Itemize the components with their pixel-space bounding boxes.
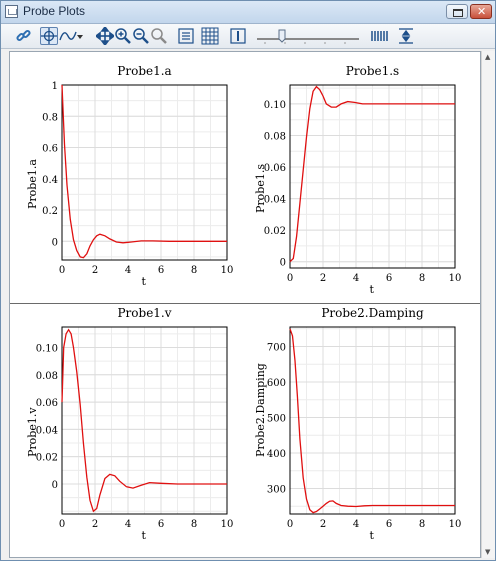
x-tick-label: 0 [287, 519, 293, 530]
plot-divider[interactable] [10, 303, 480, 304]
scroll-up-icon[interactable]: ▲ [485, 53, 490, 61]
x-axis-label: t [141, 529, 146, 542]
x-axis-label: t [369, 529, 374, 542]
dropdown-arrow-icon[interactable] [76, 27, 84, 45]
restore-icon [453, 9, 463, 17]
pan-icon[interactable] [96, 27, 114, 45]
y-tick-label: 0.04 [36, 425, 58, 436]
x-tick-label: 10 [449, 273, 462, 284]
y-tick-label: 600 [267, 378, 286, 389]
title-bar[interactable]: Probe Plots ✕ [1, 1, 495, 24]
probe-plots-window: Probe Plots ✕ Probe1.a 0 2 4 6 8 10 0 0.… [0, 0, 496, 561]
x-tick-label: 2 [320, 273, 326, 284]
x-tick-label: 2 [92, 265, 98, 276]
y-tick-label: 0.08 [36, 371, 58, 382]
y-tick-label: 0.06 [36, 398, 58, 409]
y-tick-label: 0.08 [264, 131, 286, 142]
y-tick-label: 0.10 [36, 343, 58, 354]
chart-svg: 0 2 4 6 8 10 300 400 500 600 700 [267, 326, 462, 530]
vertical-scrollbar[interactable]: ▲ ▼ [481, 51, 495, 558]
x-tick-label: 0 [59, 519, 65, 530]
x-tick-label: 8 [191, 519, 197, 530]
zoom-in-icon[interactable] [114, 27, 132, 45]
grid-icon[interactable] [201, 27, 219, 45]
y-tick-label: 0.6 [42, 144, 58, 155]
y-tick-label: 300 [267, 484, 286, 495]
crosshair-icon[interactable] [40, 27, 58, 45]
x-tick-label: 4 [125, 265, 131, 276]
y-axis-label: Probe1.v [26, 406, 39, 457]
window-icon [5, 5, 18, 18]
y-axis-label: Probe2.Damping [254, 362, 267, 457]
x-tick-label: 6 [386, 519, 392, 530]
x-tick-label: 6 [158, 519, 164, 530]
close-icon: ✕ [477, 5, 487, 18]
y-tick-label: 0 [52, 480, 58, 491]
chart-svg: 0 2 4 6 8 10 0 0.2 0.4 0.6 0.8 1 [42, 81, 234, 276]
x-tick-label: 0 [59, 265, 65, 276]
x-tick-label: 0 [287, 273, 293, 284]
y-tick-label: 0 [52, 237, 58, 248]
chart-svg: 0 2 4 6 8 10 0 0.02 0.04 0.06 0.08 0.10 [264, 84, 462, 284]
y-tick-label: 400 [267, 449, 286, 460]
y-tick-label: 0.06 [264, 163, 286, 174]
y-tick-label: 500 [267, 413, 286, 424]
restore-button[interactable] [446, 4, 468, 19]
y-tick-label: 0.2 [42, 206, 58, 217]
close-button[interactable]: ✕ [470, 4, 492, 19]
chart-1[interactable]: Probe1.s 0 2 4 6 8 10 0 0.02 0.04 0.06 0.08 0.10 t Pro… [245, 60, 465, 296]
x-tick-label: 6 [158, 265, 164, 276]
plot-area: Probe1.a 0 2 4 6 8 10 0 0.2 0.4 0.6 0.8 1 t Probe1.a Pr… [9, 51, 481, 558]
x-tick-label: 8 [191, 265, 197, 276]
x-tick-label: 10 [221, 265, 234, 276]
spectrum-icon[interactable] [369, 27, 389, 45]
y-tick-label: 0.02 [36, 453, 58, 464]
scroll-down-icon[interactable]: ▼ [485, 548, 490, 556]
y-tick-label: 0.02 [264, 226, 286, 237]
y-tick-label: 0.4 [42, 175, 58, 186]
y-axis-label: Probe1.a [26, 158, 39, 209]
x-tick-label: 2 [92, 519, 98, 530]
chart-3[interactable]: Probe2.Damping 0 2 4 6 8 10 300 400 500 600 700 t Pro… [245, 302, 465, 542]
window-title: Probe Plots [23, 4, 86, 18]
legend-icon[interactable] [177, 27, 195, 45]
x-axis-label: t [369, 283, 374, 296]
x-tick-label: 10 [449, 519, 462, 530]
chart-2[interactable]: Probe1.v 0 2 4 6 8 10 0 0.02 0.04 0.06 0.08 0.10 t Pro… [17, 302, 237, 542]
x-tick-label: 4 [125, 519, 131, 530]
y-tick-label: 0 [280, 258, 286, 269]
zoom-reset-icon[interactable] [150, 27, 168, 45]
chart-svg: 0 2 4 6 8 10 0 0.02 0.04 0.06 0.08 0.10 [36, 326, 234, 530]
x-tick-label: 8 [419, 519, 425, 530]
y-axis-label: Probe1.s [254, 163, 267, 213]
y-tick-label: 0.10 [264, 100, 286, 111]
box-icon[interactable] [229, 27, 247, 45]
x-tick-label: 8 [419, 273, 425, 284]
x-tick-label: 2 [320, 519, 326, 530]
y-tick-label: 0.04 [264, 195, 286, 206]
y-tick-label: 1 [52, 81, 58, 92]
x-axis-label: t [141, 275, 146, 288]
fit-icon[interactable] [397, 27, 415, 45]
x-tick-label: 10 [221, 519, 234, 530]
x-tick-label: 4 [353, 519, 359, 530]
y-tick-label: 700 [267, 343, 286, 354]
curve-select-icon[interactable] [59, 27, 77, 45]
toolbar [1, 24, 495, 49]
x-tick-label: 4 [353, 273, 359, 284]
slider[interactable] [255, 27, 361, 45]
zoom-out-icon[interactable] [132, 27, 150, 45]
x-tick-label: 6 [386, 273, 392, 284]
link-icon[interactable] [15, 27, 33, 45]
y-tick-label: 0.8 [42, 112, 58, 123]
chart-0[interactable]: Probe1.a 0 2 4 6 8 10 0 0.2 0.4 0.6 0.8 1 t Probe1.a [17, 60, 237, 288]
